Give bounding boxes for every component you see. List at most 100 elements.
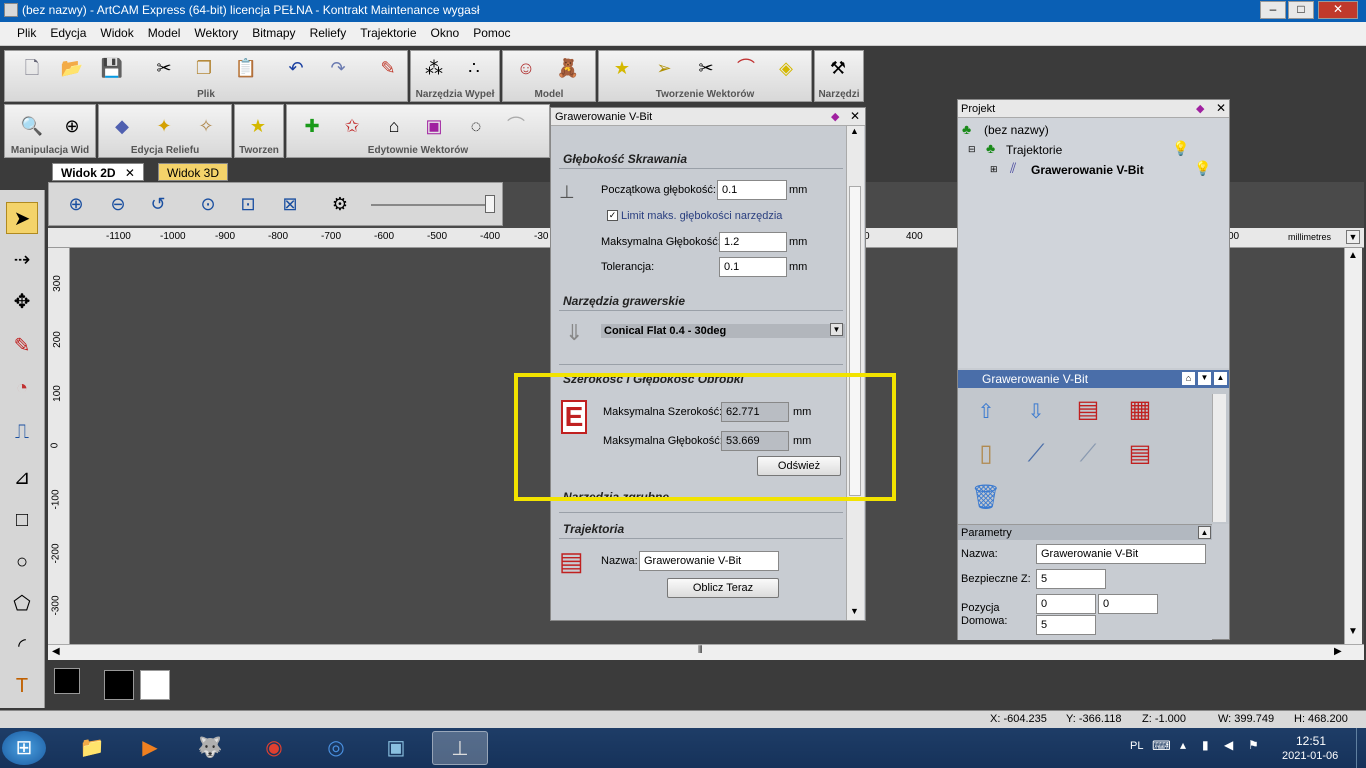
pin-icon[interactable]: ◆ [1196, 102, 1204, 115]
network-icon[interactable]: ▮ [1202, 738, 1209, 752]
polyline-icon[interactable]: ⊿ [6, 462, 38, 494]
menu-widok[interactable]: Widok [93, 22, 140, 44]
polygon-icon[interactable]: ⬠ [6, 588, 38, 620]
menu-plik[interactable]: Plik [10, 22, 43, 44]
flag-icon[interactable]: ⚑ [1248, 738, 1259, 752]
toolpath-info-icon[interactable]: ▤ [1070, 392, 1106, 428]
zoom-slider-track[interactable] [371, 204, 493, 206]
tab-widok-2d[interactable]: Widok 2D ✕ [52, 163, 144, 181]
arc-tool-icon[interactable]: ◜ [6, 630, 38, 662]
menu-bitmapy[interactable]: Bitmapy [245, 22, 302, 44]
arc-icon[interactable]: ⌒ [503, 113, 529, 139]
home-x-input[interactable]: 0 [1036, 594, 1096, 614]
chrome-taskbar-icon[interactable]: ◉ [246, 731, 302, 765]
maximize-button[interactable]: □ [1288, 1, 1314, 19]
toolpath-calc-icon[interactable]: ▦ [1122, 392, 1158, 428]
home-z-input[interactable]: 5 [1036, 615, 1096, 635]
plus-vector-icon[interactable]: ✚ [299, 113, 325, 139]
save-toolpath-icon[interactable]: ▤ [1122, 436, 1158, 472]
max-depth-input[interactable]: 1.2 [719, 232, 787, 252]
scroll-up-icon[interactable]: ▲ [850, 126, 859, 136]
scroll-up-icon[interactable]: ▲ [1348, 250, 1358, 261]
simulate-icon[interactable]: ⟋ [1018, 436, 1054, 472]
keyboard-icon[interactable]: ⌨ [1152, 738, 1171, 754]
zoom-view-icon[interactable]: 🔍 [19, 113, 45, 139]
zoom-out-icon[interactable]: ⊖ [105, 191, 131, 217]
cut-icon[interactable]: ✂ [151, 55, 177, 81]
home-y-input[interactable]: 0 [1098, 594, 1158, 614]
scroll-down-icon[interactable]: ▼ [850, 606, 859, 616]
zoom-all-icon[interactable]: ⊠ [277, 191, 303, 217]
relief-shape-icon[interactable]: ✦ [151, 113, 177, 139]
tool-edit-icon[interactable]: ⟋ [1070, 436, 1106, 472]
delete-toolpath-icon[interactable]: 🗑 [968, 480, 1004, 516]
clock-date[interactable]: 2021-01-06 [1282, 750, 1338, 762]
model-bear-icon[interactable]: 🧸 [555, 55, 581, 81]
scroll-right-icon[interactable]: ▶ [1334, 646, 1342, 657]
zoom-in-icon[interactable]: ⊕ [63, 191, 89, 217]
menu-reliefy[interactable]: Reliefy [303, 22, 354, 44]
limit-checkbox[interactable]: ✓ [607, 210, 618, 221]
zoom-previous-icon[interactable]: ↺ [145, 191, 171, 217]
zoom-fit-icon[interactable]: ⊡ [235, 191, 261, 217]
star-outline-icon[interactable]: ✩ [339, 113, 365, 139]
star-vector-icon[interactable]: ★ [609, 55, 635, 81]
toolpath-name-input[interactable]: Grawerowanie V-Bit [639, 551, 779, 571]
tree-root-label[interactable]: (bez nazwy) [984, 123, 1049, 137]
pencil-icon[interactable]: ✎ [6, 330, 38, 362]
scissors-vector-icon[interactable]: ✂ [693, 55, 719, 81]
copy-icon[interactable]: ❐ [191, 55, 217, 81]
mute-icon[interactable]: ◀ [1224, 738, 1233, 752]
minimize-button[interactable]: – [1260, 1, 1286, 19]
clock-time[interactable]: 12:51 [1296, 734, 1326, 748]
vertical-scrollbar[interactable]: ▲ ▼ [1344, 248, 1362, 644]
node-edit-icon[interactable]: ⇢ [6, 244, 38, 276]
expand-icon[interactable]: ⊞ [990, 164, 998, 175]
globe-view-icon[interactable]: ⊕ [59, 113, 85, 139]
lamp-icon[interactable]: 💡 [1172, 140, 1189, 157]
params-collapse-icon[interactable]: ▲ [1198, 526, 1211, 539]
start-button-icon[interactable]: ⊞ [2, 731, 46, 765]
tree-trajektorie-label[interactable]: Trajektorie [1006, 143, 1062, 157]
param-name-input[interactable]: Grawerowanie V-Bit [1036, 544, 1206, 564]
safe-z-input[interactable]: 5 [1036, 569, 1106, 589]
tab-widok-3d[interactable]: Widok 3D [158, 163, 229, 181]
move-down-icon[interactable]: ⇩ [1018, 394, 1054, 430]
zoom-slider-handle[interactable] [485, 195, 495, 213]
edit-note-icon[interactable]: ✎ [375, 55, 401, 81]
view-settings-icon[interactable]: ⚙ [327, 191, 353, 217]
scroll-left-icon[interactable]: ◀ [52, 646, 60, 657]
relief-plane-icon[interactable]: ◆ [109, 113, 135, 139]
start-depth-input[interactable]: 0.1 [717, 180, 787, 200]
lamp-icon[interactable]: 💡 [1194, 160, 1211, 177]
close-button[interactable]: ✕ [1318, 1, 1358, 19]
explorer-taskbar-icon[interactable]: 📁 [64, 731, 120, 765]
new-file-icon[interactable]: 🗋 [19, 55, 45, 81]
vbit-close-icon[interactable]: ✕ [850, 109, 860, 123]
tray-arrow-icon[interactable]: ▴ [1180, 738, 1186, 752]
select-arrow-icon[interactable]: ➤ [6, 202, 38, 234]
home-icon[interactable]: ⌂ [1182, 372, 1195, 385]
zoom-1-1-icon[interactable]: ⊙ [195, 191, 221, 217]
show-desktop-button[interactable] [1356, 728, 1366, 768]
menu-okno[interactable]: Okno [424, 22, 467, 44]
offset-vector-icon[interactable]: ◈ [773, 55, 799, 81]
model-face-icon[interactable]: ☺ [513, 55, 539, 81]
horizontal-scrollbar[interactable]: ◀ ⦀ ▶ [48, 644, 1364, 660]
arrow-vector-icon[interactable]: ➢ [651, 55, 677, 81]
undo-icon[interactable]: ↶ [283, 55, 309, 81]
open-folder-icon[interactable]: 📂 [59, 55, 85, 81]
shape-bend-icon[interactable]: ⌂ [381, 113, 407, 139]
scroll-down-icon[interactable]: ▼ [1348, 626, 1358, 637]
language-indicator[interactable]: PL [1130, 740, 1143, 752]
menu-trajektorie[interactable]: Trajektorie [353, 22, 423, 44]
project-close-icon[interactable]: ✕ [1216, 101, 1226, 115]
measure-icon[interactable]: ◔ [6, 372, 38, 404]
offset-shape-icon[interactable]: ◌ [463, 113, 489, 139]
calculate-now-button[interactable]: Oblicz Teraz [667, 578, 779, 598]
collapse-up-icon[interactable]: ▲ [1214, 372, 1227, 385]
actions-scrollbar[interactable] [1212, 394, 1226, 522]
menu-pomoc[interactable]: Pomoc [466, 22, 517, 44]
collapse-icon[interactable]: ⊟ [968, 144, 976, 155]
node-link-icon[interactable]: ∴ [461, 55, 487, 81]
